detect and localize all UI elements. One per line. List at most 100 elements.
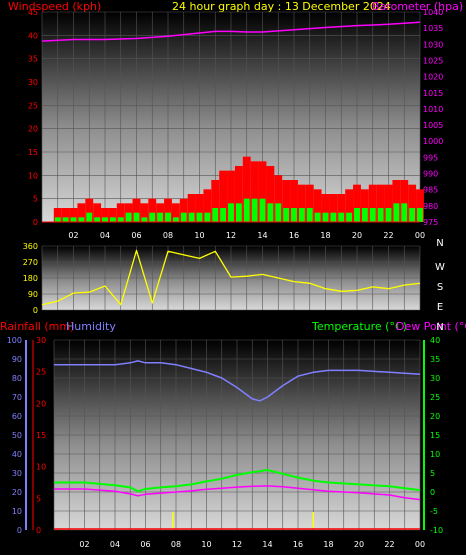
windspeed-tick-label: 5: [33, 195, 38, 204]
wind-average-bar: [141, 217, 148, 222]
wind-average-bar: [157, 212, 164, 222]
hour-tick-label: 16: [293, 540, 303, 549]
temperature-tick-label: 0: [430, 488, 435, 497]
wind-average-bar: [338, 212, 345, 222]
wind-average-bar: [172, 217, 179, 222]
rainfall-tick-label: 15: [36, 431, 46, 440]
hour-tick-label: 22: [384, 540, 394, 549]
humidity-tick-label: 40: [12, 450, 22, 459]
wind-average-bar: [235, 203, 242, 222]
wind-average-bar: [251, 198, 258, 222]
wind-average-bar: [314, 212, 321, 222]
barometer-tick-label: 1030: [423, 40, 443, 49]
wind-average-bar: [62, 217, 69, 222]
rainfall-tick-label: 25: [36, 368, 46, 377]
wind-average-bar: [54, 217, 61, 222]
hour-tick-label: 20: [352, 231, 362, 240]
wind-average-bar: [291, 208, 297, 222]
rainfall-tick-label: 10: [36, 463, 46, 472]
wind-average-bar: [330, 212, 337, 222]
humidity-tick-label: 10: [12, 507, 22, 516]
humidity-tick-label: 80: [12, 374, 22, 383]
wind-average-bar: [377, 208, 384, 222]
hour-tick-label: 00: [415, 231, 425, 240]
windspeed-tick-label: 0: [33, 218, 38, 227]
hour-tick-label: 12: [226, 231, 236, 240]
hour-tick-label: 12: [232, 540, 242, 549]
compass-label: N: [436, 238, 443, 249]
wind-average-bar: [283, 208, 290, 222]
temperature-tick-label: 15: [430, 431, 440, 440]
barometer-tick-label: 980: [423, 202, 438, 211]
direction-tick-label: 90: [28, 290, 38, 299]
barometer-tick-label: 990: [423, 170, 438, 179]
wind-average-bar: [204, 212, 211, 222]
weather-graphs: 0510152025303540459759809859909951000100…: [7, 8, 445, 549]
barometer-tick-label: 1010: [423, 105, 443, 114]
windspeed-tick-label: 25: [28, 101, 38, 110]
temperature-tick-label: 20: [430, 412, 440, 421]
humidity-tick-label: 90: [12, 355, 22, 364]
barometer-tick-label: 1025: [423, 56, 443, 65]
humidity-tick-label: 100: [7, 336, 22, 345]
wind-average-bar: [298, 208, 305, 222]
compass-label: N: [436, 322, 443, 333]
wind-average-bar: [125, 212, 132, 222]
temperature-tick-label: 5: [430, 469, 435, 478]
hour-tick-label: 02: [68, 231, 78, 240]
windspeed-tick-label: 10: [28, 171, 38, 180]
temperature-tick-label: 40: [430, 336, 440, 345]
wind-average-bar: [385, 208, 392, 222]
compass-label: S: [437, 282, 443, 293]
hour-tick-label: 18: [323, 540, 333, 549]
rainfall-tick-label: 20: [36, 399, 46, 408]
wind-average-bar: [149, 212, 156, 222]
wind-average-bar: [306, 208, 313, 222]
barometer-tick-label: 975: [423, 218, 438, 227]
wind-average-bar: [165, 212, 171, 222]
temperature-tick-label: -10: [430, 526, 443, 535]
barometer-tick-label: 1000: [423, 137, 443, 146]
hour-tick-label: 22: [383, 231, 393, 240]
hour-tick-label: 04: [110, 540, 120, 549]
wind-average-bar: [243, 198, 250, 222]
wind-average-bar: [70, 217, 77, 222]
barometer-tick-label: 995: [423, 153, 438, 162]
barometer-tick-label: 1020: [423, 73, 443, 82]
wind-average-bar: [228, 203, 234, 222]
windspeed-tick-label: 20: [28, 125, 38, 134]
hour-tick-label: 00: [415, 540, 425, 549]
wind-average-bar: [259, 198, 266, 222]
wind-average-bar: [393, 203, 400, 222]
temperature-tick-label: 35: [430, 355, 440, 364]
rainfall-tick-label: 30: [36, 336, 46, 345]
windspeed-tick-label: 35: [28, 55, 38, 64]
wind-average-bar: [409, 208, 416, 222]
wind-average-bar: [417, 208, 423, 222]
wind-average-bar: [196, 212, 203, 222]
hour-tick-label: 02: [79, 540, 89, 549]
wind-average-bar: [220, 208, 227, 222]
rainfall-tick-label: 0: [36, 526, 41, 535]
wind-average-bar: [322, 212, 329, 222]
hour-tick-label: 20: [354, 540, 364, 549]
wind-average-bar: [346, 212, 353, 222]
hour-tick-label: 06: [131, 231, 141, 240]
hour-tick-label: 10: [201, 540, 211, 549]
hour-tick-label: 14: [262, 540, 272, 549]
hour-tick-label: 08: [163, 231, 173, 240]
hour-tick-label: 18: [320, 231, 330, 240]
wind-average-bar: [78, 217, 85, 222]
wind-average-bar: [94, 217, 101, 222]
wind-average-bar: [267, 203, 274, 222]
wind-average-bar: [117, 217, 124, 222]
direction-tick-label: 360: [23, 242, 38, 251]
humidity-tick-label: 70: [12, 393, 22, 402]
wind-average-bar: [109, 217, 116, 222]
windspeed-tick-label: 30: [28, 78, 38, 87]
compass-label: W: [435, 262, 445, 273]
temperature-tick-label: 30: [430, 374, 440, 383]
humidity-tick-label: 20: [12, 488, 22, 497]
windspeed-tick-label: 15: [28, 148, 38, 157]
wind-average-bar: [102, 217, 108, 222]
